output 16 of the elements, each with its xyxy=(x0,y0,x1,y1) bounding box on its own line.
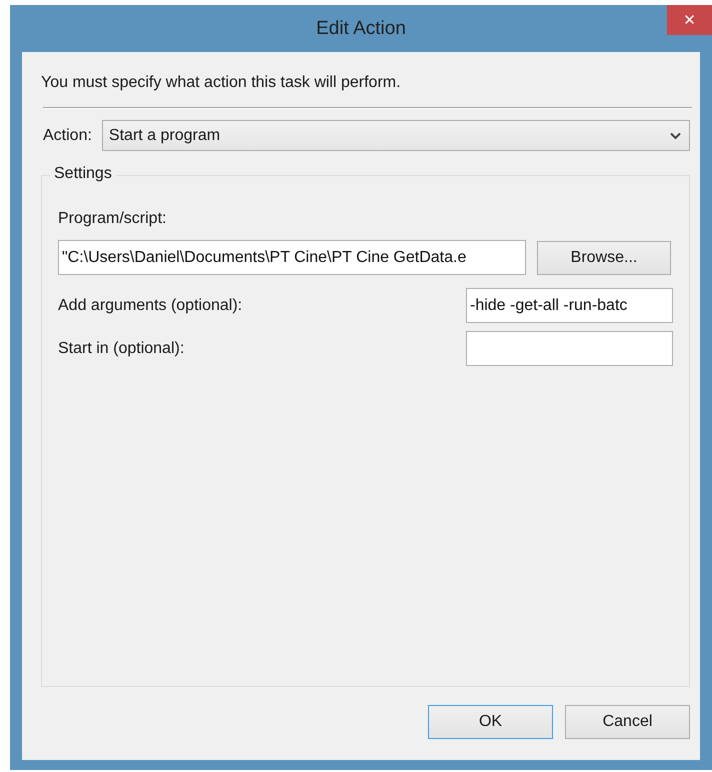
settings-legend: Settings xyxy=(50,165,116,183)
field-label: Add arguments (optional): xyxy=(58,296,242,314)
input-field[interactable] xyxy=(466,331,673,366)
instruction-text: You must specify what action this task will perform. xyxy=(41,74,402,92)
window-title: Edit Action xyxy=(316,18,406,40)
program-field[interactable]: "C:\Users\Daniel\Documents\PT Cine\PT Cine GetData.e xyxy=(58,240,526,275)
action-label: Action: xyxy=(43,126,92,144)
field-label: Start in (optional): xyxy=(58,340,184,358)
close-button[interactable]: ✕ xyxy=(667,5,712,35)
ok-button[interactable]: OK xyxy=(428,705,553,739)
cancel-button[interactable]: Cancel xyxy=(565,705,690,739)
program-label: Program/script: xyxy=(58,210,168,228)
browse-button[interactable]: Browse... xyxy=(537,240,671,274)
input-field[interactable]: -hide -get-all -run-batc xyxy=(466,288,673,323)
chevron-down-icon xyxy=(670,132,681,140)
action-dropdown[interactable]: Start a program xyxy=(102,120,690,151)
